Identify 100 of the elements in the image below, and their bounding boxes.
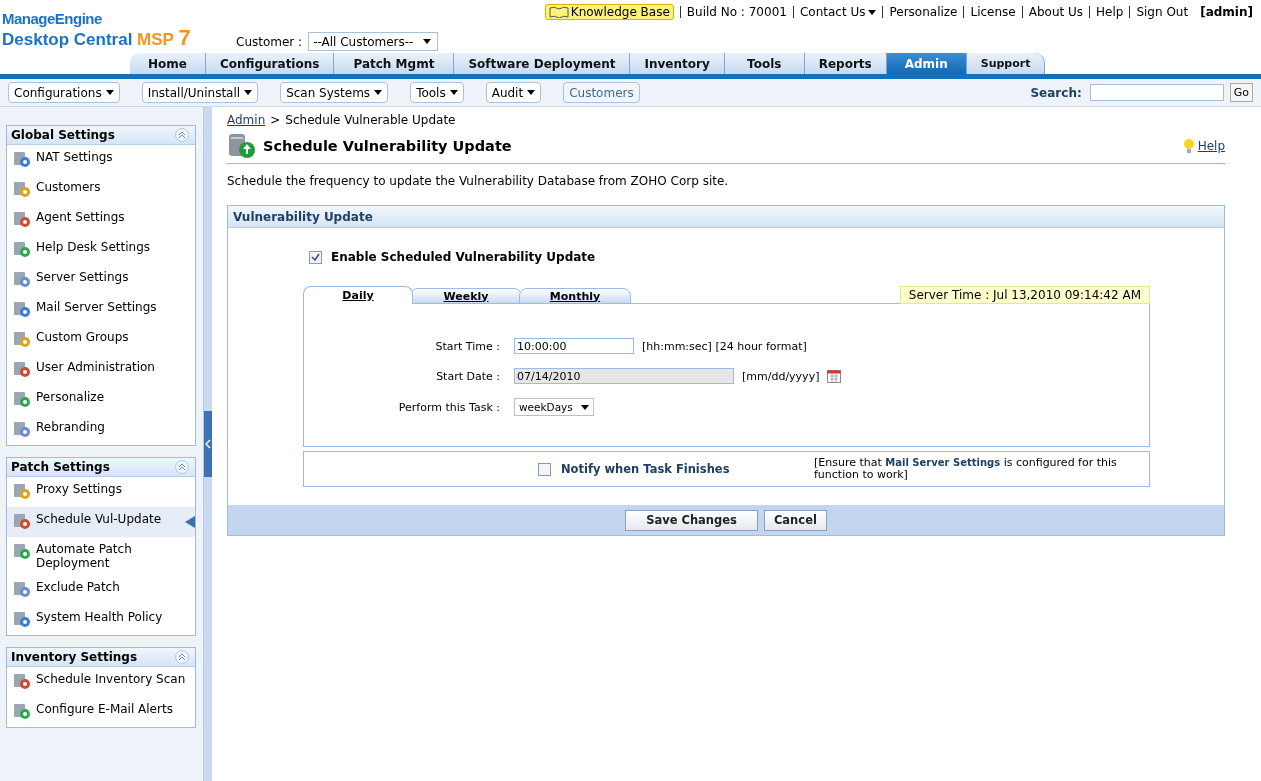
pointer-icon — [185, 516, 195, 528]
computer-icon — [13, 482, 31, 500]
server-time: Server Time : Jul 13,2010 09:14:42 AM — [899, 286, 1150, 304]
sidebar-item[interactable]: Mail Server Settings — [7, 295, 195, 325]
nav-tab[interactable]: Software Deployment — [454, 53, 631, 74]
nav-tab[interactable]: Patch Mgmt — [334, 53, 455, 74]
menu-button[interactable]: Audit — [485, 82, 542, 103]
sidebar-item[interactable]: Proxy Settings — [7, 477, 195, 507]
date-field[interactable]: 07/14/2010 — [514, 368, 734, 384]
breadcrumb-link[interactable]: Admin — [227, 113, 266, 127]
header-link[interactable]: Sign Out — [1129, 6, 1195, 18]
computer-icon — [13, 542, 31, 560]
checkbox[interactable] — [309, 250, 322, 264]
menu-button[interactable]: Configurations — [8, 82, 120, 103]
knowledge-base-link[interactable]: Knowledge Base — [544, 4, 674, 20]
nav-tab[interactable]: Inventory — [630, 53, 725, 74]
header-link[interactable]: About Us — [1021, 6, 1090, 18]
checkbox-label: Notify when Task Finishes — [561, 462, 730, 476]
database-upload-icon — [227, 133, 257, 159]
help-link[interactable]: Help — [1182, 138, 1225, 154]
nav-tab[interactable]: Admin — [886, 53, 967, 74]
calendar-icon[interactable] — [827, 369, 842, 383]
menu-button[interactable]: Tools — [410, 82, 464, 103]
checkbox[interactable] — [538, 462, 551, 476]
cancel-button[interactable]: Cancel — [763, 509, 827, 531]
computer-icon — [13, 150, 31, 168]
sidebar-item[interactable]: Automate Patch Deployment — [7, 537, 195, 575]
computer-icon — [13, 702, 31, 720]
sidebar-item[interactable]: Configure E-Mail Alerts — [7, 697, 195, 727]
sidebar-item[interactable]: Customers — [7, 175, 195, 205]
computer-icon — [13, 672, 31, 690]
sidebar-item[interactable]: Schedule Inventory Scan — [7, 667, 195, 697]
task-select[interactable]: weekDays — [514, 398, 594, 416]
nav-tab[interactable]: Support — [966, 53, 1046, 74]
computer-icon — [13, 180, 31, 198]
computer-icon — [13, 300, 31, 318]
sidebar-item[interactable]: Agent Settings — [7, 205, 195, 235]
sidebar-item[interactable]: Help Desk Settings — [7, 235, 195, 265]
sidebar-item[interactable]: Custom Groups — [7, 325, 195, 355]
computer-icon — [13, 270, 31, 288]
collapse-icon[interactable] — [175, 128, 189, 142]
computer-icon — [13, 580, 31, 598]
computer-icon — [13, 610, 31, 628]
time-field[interactable]: 10:00:00 — [514, 338, 634, 354]
search-label: Search: — [1030, 85, 1082, 100]
caret-icon — [868, 9, 877, 15]
nav-tab[interactable]: Tools — [724, 53, 805, 74]
caret-icon — [105, 90, 114, 95]
header-link[interactable]: License — [963, 6, 1022, 18]
computer-icon — [13, 330, 31, 348]
sidebar-item[interactable]: Server Settings — [7, 265, 195, 295]
computer-icon — [13, 210, 31, 228]
computer-icon — [13, 420, 31, 438]
format-hint: [hh:mm:sec] [24 hour format] — [642, 339, 807, 353]
sidebar-item[interactable]: NAT Settings — [7, 145, 195, 175]
field-label: Start Time : — [434, 339, 501, 353]
user-name: [admin] — [1200, 5, 1253, 19]
header-link[interactable]: Help — [1089, 6, 1130, 18]
computer-icon — [13, 512, 31, 530]
search-field[interactable] — [1089, 84, 1224, 101]
section-title: Patch Settings — [11, 460, 110, 474]
caret-icon — [374, 90, 383, 95]
nav-tab[interactable]: Reports — [804, 53, 887, 74]
caret-icon — [423, 39, 432, 44]
computer-icon — [13, 360, 31, 378]
schedule-tab[interactable]: Daily — [303, 286, 413, 304]
nav-tab[interactable]: Home — [130, 53, 206, 74]
menu-button[interactable]: Scan Systems — [280, 82, 389, 103]
format-hint: [mm/dd/yyyy] — [742, 369, 820, 383]
brand-name: ManageEngine — [2, 10, 103, 27]
checkmark-icon — [311, 252, 320, 262]
save-button[interactable]: Save Changes — [625, 509, 758, 531]
sidebar-item[interactable]: User Administration — [7, 355, 195, 385]
header-link[interactable]: Contact Us — [792, 6, 883, 18]
section-title: Global Settings — [11, 128, 115, 142]
collapse-icon[interactable] — [175, 650, 189, 664]
book-icon — [548, 6, 569, 18]
collapse-handle[interactable] — [204, 411, 212, 477]
sidebar-item[interactable]: Exclude Patch — [7, 575, 195, 605]
header-link[interactable]: Personalize — [882, 6, 964, 18]
sidebar-item[interactable]: Schedule Vul-Update — [7, 507, 195, 537]
sidebar-item[interactable]: Rebranding — [7, 415, 195, 445]
computer-icon — [13, 390, 31, 408]
collapse-icon[interactable] — [175, 460, 189, 474]
nav-tab[interactable]: Configurations — [206, 53, 335, 74]
menu-button[interactable]: Install/Uninstall — [141, 82, 259, 103]
panel-title: Vulnerability Update — [233, 209, 373, 224]
toolbar-button[interactable]: Customers — [563, 82, 640, 103]
customer-select[interactable]: --All Customers-- — [308, 32, 439, 51]
sidebar-item[interactable]: Personalize — [7, 385, 195, 415]
page-title: Schedule Vulnerability Update — [263, 138, 512, 154]
schedule-tab[interactable]: Weekly — [410, 288, 522, 304]
page-description: Schedule the frequency to update the Vulnerability Database from ZOHO Corp site. — [227, 174, 730, 188]
go-button[interactable]: Go — [1229, 83, 1253, 102]
sidebar-item[interactable]: System Health Policy — [7, 605, 195, 635]
light-bulb-icon — [1182, 138, 1195, 154]
build-number: Build No : 70001 — [679, 6, 793, 18]
computer-icon — [13, 240, 31, 258]
schedule-tab[interactable]: Monthly — [519, 288, 631, 304]
caret-icon — [244, 90, 253, 95]
